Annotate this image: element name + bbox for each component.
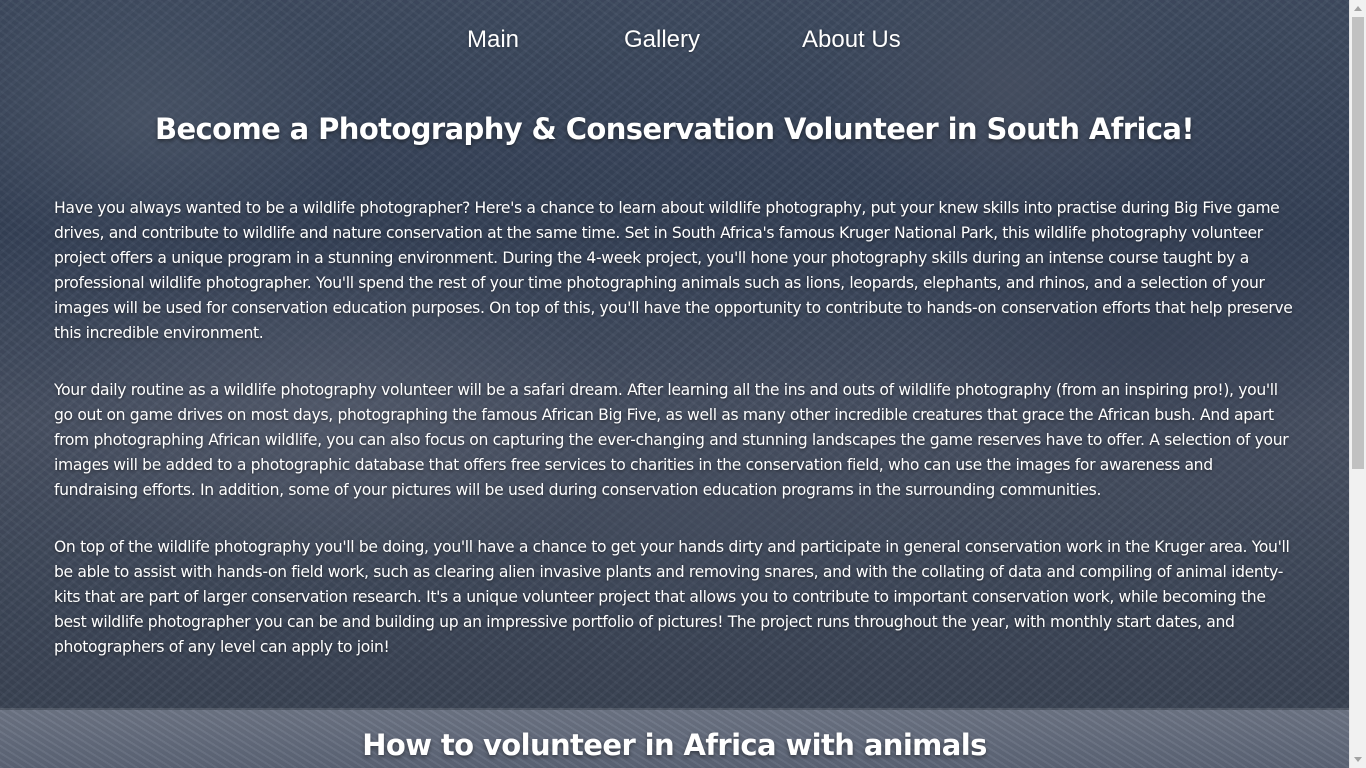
- scroll-down-arrow-icon[interactable]: [1350, 751, 1366, 768]
- nav-link-main[interactable]: Main: [467, 26, 519, 54]
- scrollbar-thumb[interactable]: [1352, 17, 1364, 469]
- intro-content: Have you always wanted to be a wildlife …: [54, 196, 1294, 692]
- intro-paragraph-2: Your daily routine as a wildlife photogr…: [54, 381, 1289, 499]
- intro-paragraph-1: Have you always wanted to be a wildlife …: [54, 199, 1293, 342]
- page-title: Become a Photography & Conservation Volu…: [154, 112, 1195, 146]
- nav-link-gallery[interactable]: Gallery: [624, 26, 700, 54]
- scroll-up-arrow-icon[interactable]: [1350, 0, 1366, 17]
- vertical-scrollbar[interactable]: [1349, 0, 1366, 768]
- nav-link-about-us[interactable]: About Us: [802, 26, 901, 54]
- top-nav: Main Gallery About Us: [0, 26, 1349, 60]
- intro-paragraph-3: On top of the wildlife photography you'l…: [54, 538, 1290, 656]
- section-title-how-to-volunteer: How to volunteer in Africa with animals: [362, 728, 987, 762]
- page: Main Gallery About Us Become a Photograp…: [0, 0, 1366, 768]
